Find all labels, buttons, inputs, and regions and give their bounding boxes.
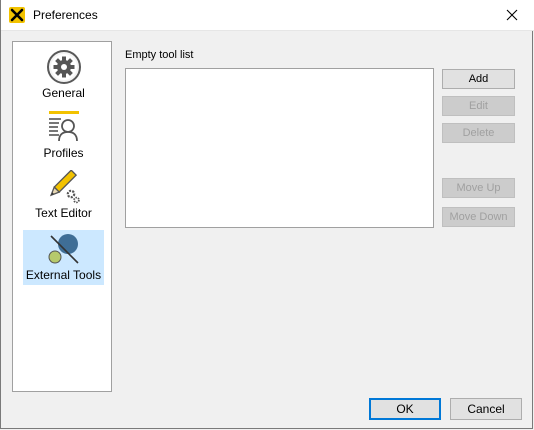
sidebar-item-general[interactable]: General: [23, 48, 104, 103]
delete-button[interactable]: Delete: [442, 123, 515, 143]
gear-icon: [46, 50, 81, 84]
window-title: Preferences: [33, 8, 98, 22]
close-icon: [506, 9, 518, 21]
external-tools-icon: [48, 234, 79, 264]
close-button[interactable]: [489, 0, 534, 30]
tool-list-label: Empty tool list: [125, 49, 194, 61]
sidebar-item-text-editor[interactable]: Text Editor: [23, 168, 104, 223]
move-up-button[interactable]: Move Up: [442, 178, 515, 198]
sidebar-item-label: Text Editor: [35, 206, 92, 220]
sidebar-item-external-tools[interactable]: External Tools: [23, 230, 104, 285]
ok-button[interactable]: OK: [369, 398, 441, 420]
cancel-button[interactable]: Cancel: [450, 398, 522, 420]
preferences-window: Preferences General Profiles Text Editor…: [0, 0, 534, 429]
app-logo-icon: [9, 7, 25, 23]
preferences-sidebar: General Profiles Text Editor External To…: [12, 41, 112, 392]
sidebar-item-label: Profiles: [43, 146, 84, 160]
add-button[interactable]: Add: [442, 69, 515, 89]
sidebar-item-label: General: [42, 86, 85, 100]
move-down-button[interactable]: Move Down: [442, 207, 515, 227]
sidebar-item-profiles[interactable]: Profiles: [23, 108, 104, 163]
edit-button[interactable]: Edit: [442, 96, 515, 116]
tool-list[interactable]: [125, 68, 434, 228]
pencil-gears-icon: [49, 170, 80, 204]
sidebar-item-label: External Tools: [25, 268, 102, 282]
profile-card-icon: [48, 111, 79, 142]
title-bar[interactable]: Preferences: [1, 0, 534, 31]
